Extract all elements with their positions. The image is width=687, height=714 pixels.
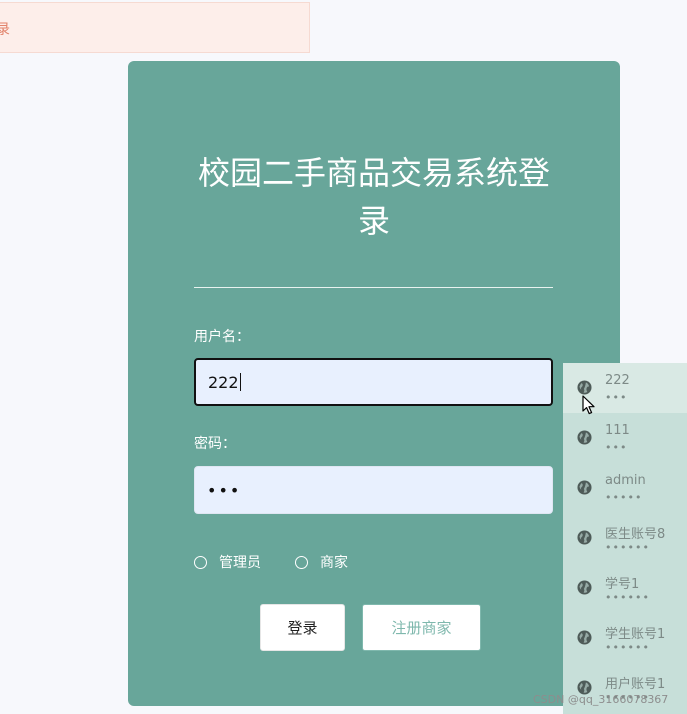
globe-icon — [577, 430, 592, 445]
autofill-username: 用户账号1 — [605, 677, 666, 692]
register-merchant-button[interactable]: 注册商家 — [362, 604, 481, 651]
globe-icon — [577, 480, 592, 495]
mouse-cursor-icon — [582, 395, 595, 415]
autofill-password: •••••• — [605, 641, 650, 654]
password-label: 密码： — [194, 436, 236, 452]
password-value: ••• — [207, 480, 242, 500]
autofill-username: 222 — [605, 373, 630, 388]
role-option-admin[interactable]: 管理员 — [194, 552, 261, 572]
autofill-item[interactable]: 学号1 •••••• — [563, 563, 687, 613]
globe-icon — [577, 530, 592, 545]
autofill-username: 学号1 — [605, 577, 640, 592]
text-caret — [239, 373, 241, 391]
message-toast: 录 — [0, 2, 310, 53]
watermark-text: CSDN @qq_3166078367 — [533, 693, 669, 706]
login-card: 校园二手商品交易系统登录 用户名： 222 密码： ••• 管理员 商家 登录 … — [128, 61, 620, 706]
autofill-username: 学生账号1 — [605, 627, 666, 642]
globe-icon — [577, 630, 592, 645]
role-label-merchant: 商家 — [320, 555, 348, 571]
title-divider — [194, 287, 553, 288]
autofill-password: •••••• — [605, 591, 650, 604]
radio-circle[interactable] — [295, 555, 308, 569]
autofill-item[interactable]: 111 ••• — [563, 413, 687, 463]
autofill-password: •••••• — [605, 541, 650, 554]
autofill-item[interactable]: 学生账号1 •••••• — [563, 613, 687, 663]
username-input[interactable]: 222 — [194, 358, 553, 406]
autofill-username: admin — [605, 473, 646, 488]
globe-icon — [577, 380, 592, 395]
password-input[interactable]: ••• — [194, 466, 553, 514]
autofill-username: 医生账号8 — [605, 527, 666, 542]
login-title: 校园二手商品交易系统登录 — [197, 154, 550, 240]
autofill-password: ••••• — [605, 491, 643, 504]
role-option-merchant[interactable]: 商家 — [295, 552, 348, 572]
toast-text: 录 — [0, 22, 10, 38]
username-label: 用户名： — [194, 329, 250, 345]
autofill-password: ••• — [605, 391, 628, 404]
username-value: 222 — [208, 372, 239, 392]
autofill-item[interactable]: admin ••••• — [563, 463, 687, 513]
autofill-username: 111 — [605, 423, 630, 438]
role-label-admin: 管理员 — [219, 555, 261, 571]
radio-circle[interactable] — [194, 555, 207, 569]
autofill-dropdown: 222 ••• 111 ••• admin ••••• 医生账号8 ••••••… — [563, 363, 687, 714]
autofill-password: ••• — [605, 441, 628, 454]
role-selector: 管理员 商家 — [194, 552, 382, 572]
login-button[interactable]: 登录 — [260, 604, 345, 651]
autofill-item[interactable]: 医生账号8 •••••• — [563, 513, 687, 563]
globe-icon — [577, 580, 592, 595]
